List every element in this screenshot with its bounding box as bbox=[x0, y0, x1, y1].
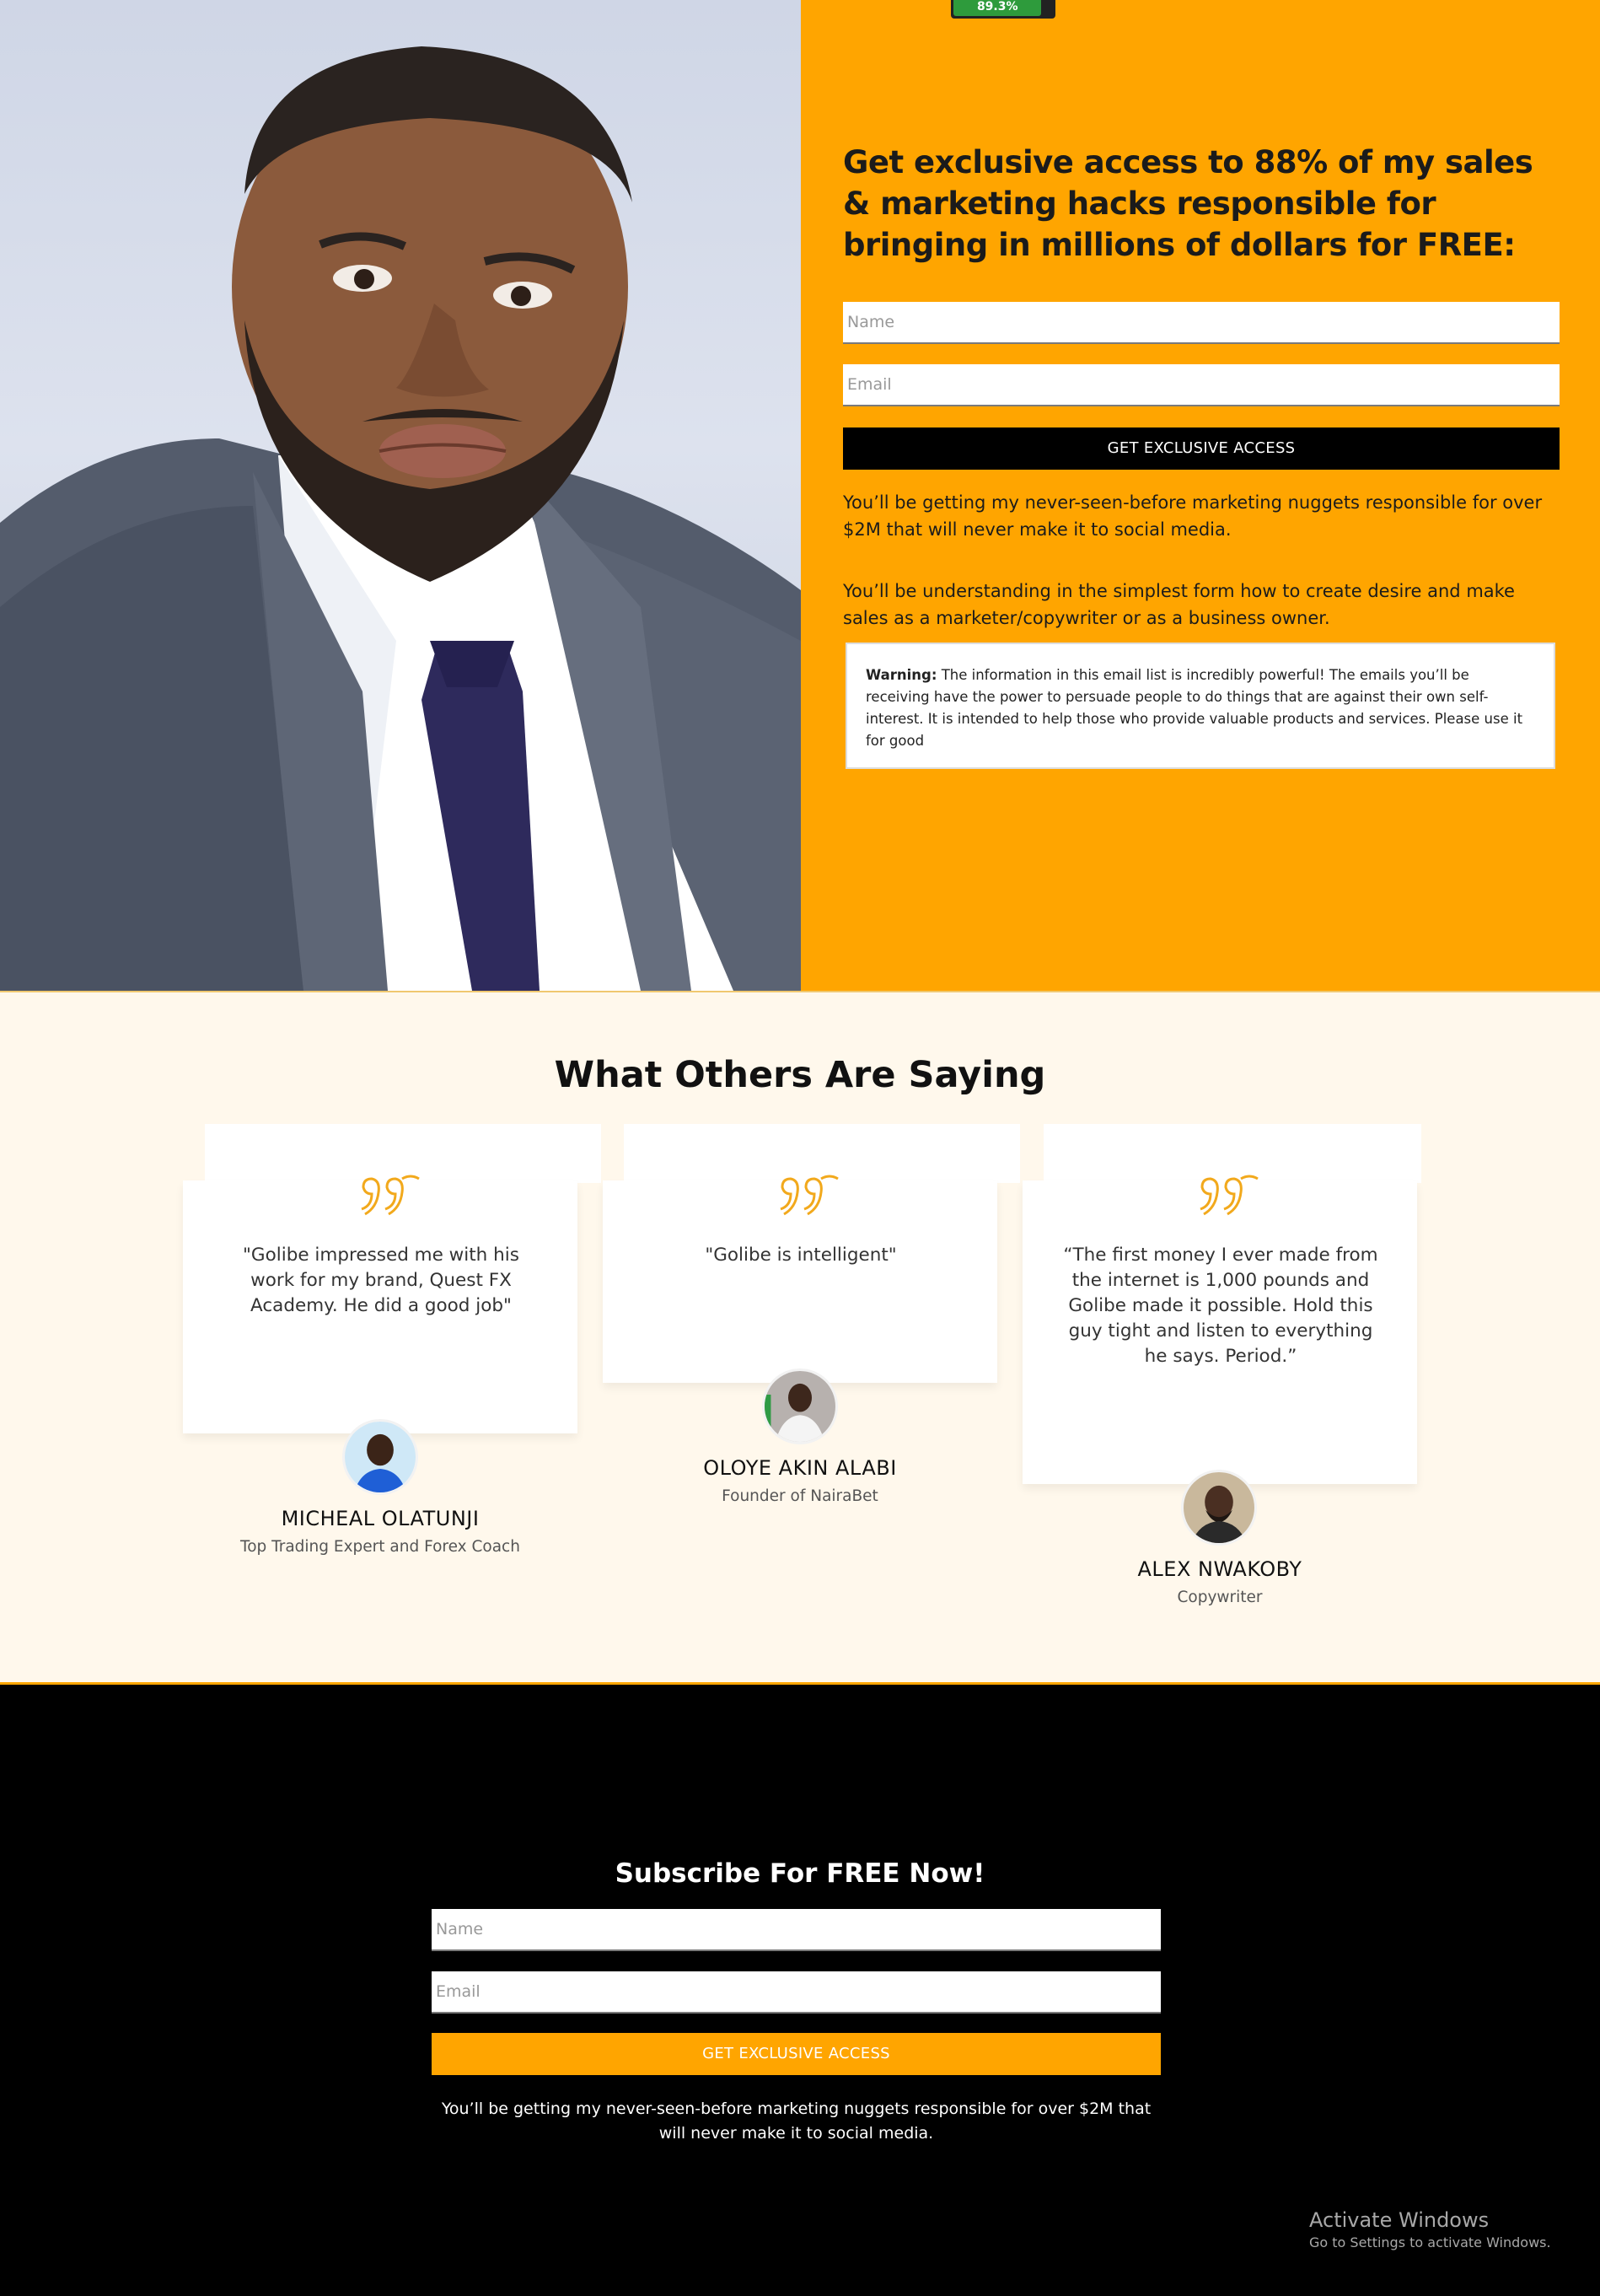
hero-section: 89.3% Get exclusive access to 88% of my … bbox=[0, 0, 1600, 991]
watermark-title: Activate Windows bbox=[1309, 2208, 1490, 2232]
hero-headline: Get exclusive access to 88% of my sales … bbox=[843, 144, 1533, 263]
subscribe-email-input[interactable]: Email bbox=[432, 1971, 1161, 2014]
warning-label: Warning: bbox=[866, 667, 937, 683]
subscribe-cta-button[interactable]: GET EXCLUSIVE ACCESS bbox=[432, 2033, 1161, 2075]
avatar-photo bbox=[345, 1422, 416, 1492]
progress-bar: 89.3% bbox=[951, 0, 1055, 19]
person-role: Copywriter bbox=[1177, 1589, 1263, 1606]
avatar bbox=[342, 1419, 418, 1495]
name-input[interactable]: Name bbox=[843, 302, 1560, 344]
portrait-illustration bbox=[0, 46, 801, 991]
avatar-photo bbox=[765, 1371, 835, 1442]
avatar bbox=[762, 1368, 838, 1444]
testimonial-quote: "Golibe is intelligent" bbox=[705, 1245, 897, 1266]
email-input[interactable]: Email bbox=[843, 364, 1560, 406]
get-exclusive-access-button[interactable]: GET EXCLUSIVE ACCESS bbox=[843, 427, 1560, 470]
quote-icon bbox=[780, 1175, 839, 1216]
activate-windows-watermark: Activate Windows Go to Settings to activ… bbox=[1309, 2207, 1551, 2253]
hero-paragraph-2: You’ll be understanding in the simplest … bbox=[843, 581, 1515, 628]
person-name: MICHEAL OLATUNJI bbox=[281, 1507, 480, 1530]
watermark-subtitle: Go to Settings to activate Windows. bbox=[1309, 2234, 1551, 2250]
quote-icon bbox=[1200, 1175, 1259, 1216]
avatar-photo bbox=[1184, 1472, 1254, 1543]
hero-portrait-photo bbox=[0, 0, 801, 991]
warning-text: The information in this email list is in… bbox=[866, 667, 1523, 749]
progress-fill: 89.3% bbox=[953, 0, 1042, 16]
testimonials-title: What Others Are Saying bbox=[554, 1054, 1046, 1096]
avatar bbox=[1181, 1470, 1257, 1546]
warning-box: Warning: The information in this email l… bbox=[846, 643, 1555, 769]
testimonial-quote: "Golibe impressed me with his work for m… bbox=[243, 1245, 519, 1316]
hero-paragraph-1: You’ll be getting my never-seen-before m… bbox=[843, 492, 1543, 540]
person-name: OLOYE AKIN ALABI bbox=[703, 1456, 897, 1480]
subscribe-title: Subscribe For FREE Now! bbox=[615, 1858, 985, 1889]
quote-icon bbox=[361, 1175, 420, 1216]
testimonial-quote: “The first money I ever made from the in… bbox=[1063, 1245, 1378, 1367]
person-name: ALEX NWAKOBY bbox=[1137, 1557, 1302, 1581]
person-role: Top Trading Expert and Forex Coach bbox=[240, 1538, 520, 1556]
person-role: Founder of NairaBet bbox=[722, 1487, 878, 1505]
subscribe-name-input[interactable]: Name bbox=[432, 1909, 1161, 1951]
subscribe-text: You’ll be getting my never-seen-before m… bbox=[441, 2100, 1152, 2143]
